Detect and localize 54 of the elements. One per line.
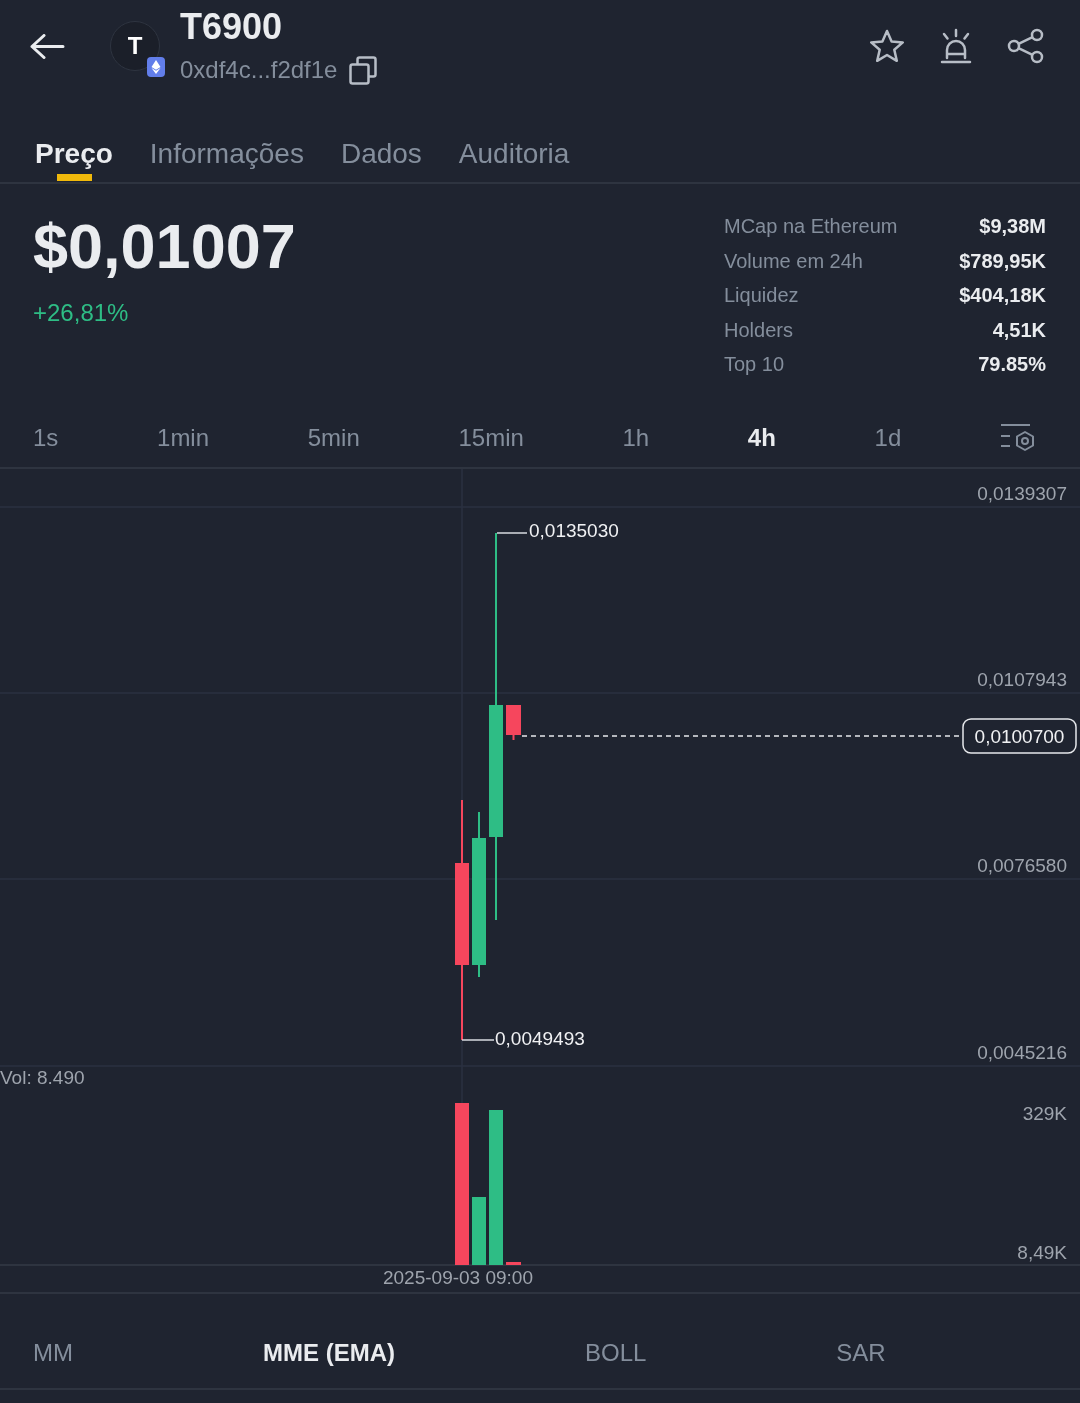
share-icon[interactable] (1007, 28, 1045, 64)
stat-value: $789,95K (959, 248, 1046, 274)
price-axis-label: 0,0045216 (977, 1041, 1067, 1063)
price-change: +26,81% (33, 298, 130, 328)
indicator-tab[interactable]: MME (EMA) (263, 1338, 395, 1368)
volume-bar (506, 1262, 521, 1265)
stat-value: $404,18K (959, 283, 1046, 308)
stat-value: $9,38M (979, 214, 1046, 239)
tab[interactable]: Informações (149, 92, 304, 182)
alarm-icon[interactable] (938, 28, 974, 64)
token-name: T6900 (180, 7, 284, 47)
timeframe-tab[interactable]: 5min (307, 422, 360, 453)
token-avatar: T (110, 21, 160, 71)
current-price-tag: 0,0100700 (962, 718, 1077, 754)
tab[interactable]: Auditoria (458, 92, 570, 182)
price-axis-label: 0,0107943 (977, 668, 1067, 690)
time-axis-label: 2025-09-03 09:00 (383, 1266, 533, 1288)
stat-label: Holders (724, 317, 794, 343)
volume-axis-label: 329K (1022, 1102, 1067, 1124)
price-axis-label: 0,0139307 (977, 482, 1067, 504)
indicator-tab[interactable]: SAR (836, 1338, 886, 1368)
stat-label: Top 10 (724, 352, 786, 377)
diamond-badge-icon (147, 57, 165, 77)
indicator-tab[interactable]: BOLL (584, 1338, 647, 1368)
price-value: $0,01007 (33, 214, 296, 278)
price-axis-label: 0,0076580 (977, 854, 1067, 876)
stat-value: 4,51K (992, 317, 1046, 343)
volume-label: Vol: 8.490 (0, 1066, 85, 1088)
timeframe-tab[interactable]: 1d (874, 422, 902, 453)
timeframe-tab[interactable]: 1s (33, 422, 59, 453)
high-price-label: 0,0135030 (529, 519, 619, 541)
indicator-tab[interactable]: MM (33, 1338, 73, 1368)
low-price-leader (461, 1039, 495, 1041)
low-price-label: 0,0049493 (495, 1027, 585, 1049)
back-arrow-icon[interactable] (30, 33, 65, 59)
timeframe-tab[interactable]: 4h (747, 422, 776, 453)
falling-candle (506, 704, 521, 741)
contract-address: 0xdf4c...f2df1e (180, 55, 338, 85)
volume-bar (472, 1197, 486, 1265)
copy-icon[interactable] (349, 55, 378, 85)
timeframe-tab[interactable]: 1h (622, 422, 650, 453)
tab-indicator (56, 174, 92, 181)
tab[interactable]: Dados (340, 92, 422, 182)
settings-icon[interactable] (999, 422, 1036, 453)
timeframe-tab[interactable]: 15min (458, 422, 524, 453)
stat-label: Volume em 24h (724, 248, 864, 274)
high-price-leader (496, 532, 528, 534)
stat-label: MCap na Ethereum (724, 214, 899, 239)
star-icon[interactable] (869, 29, 905, 63)
stat-label: Liquidez (724, 283, 800, 308)
volume-axis-label: 8,49K (1017, 1241, 1067, 1263)
timeframe-tab[interactable]: 1min (157, 422, 210, 453)
tab[interactable]: Preço (35, 92, 113, 182)
stat-value: 79.85% (978, 352, 1046, 377)
